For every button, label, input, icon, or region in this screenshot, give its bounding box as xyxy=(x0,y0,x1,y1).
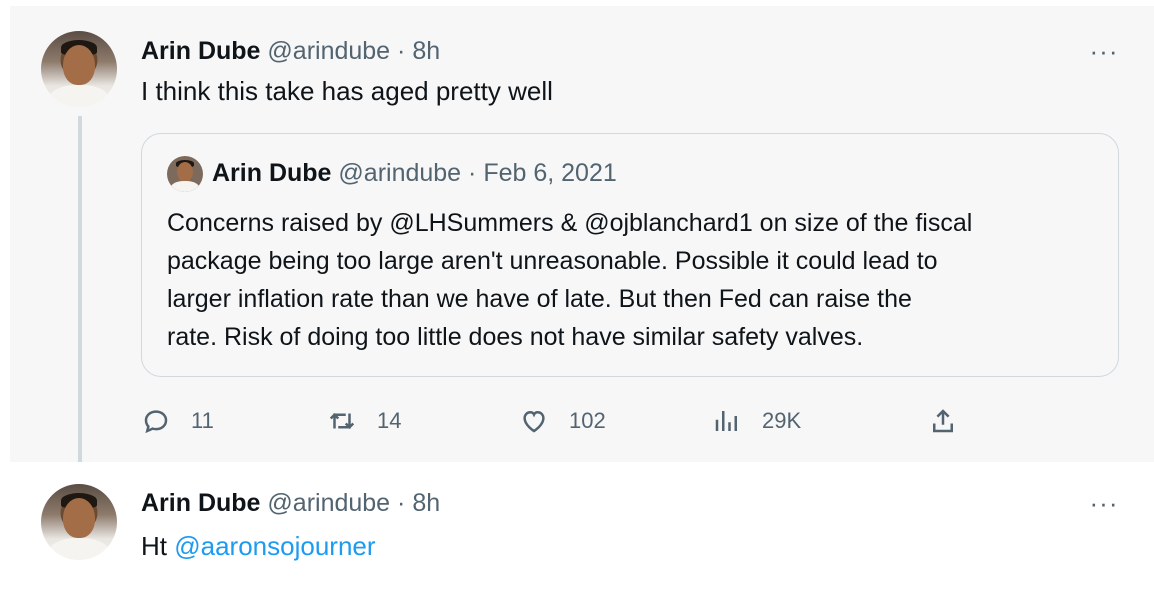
views-count: 29K xyxy=(762,408,802,433)
avatar[interactable] xyxy=(41,484,117,560)
like-count: 102 xyxy=(569,408,606,433)
more-icon[interactable]: ··· xyxy=(1084,38,1124,70)
quoted-text-line: larger inflation rate than we have of la… xyxy=(167,285,912,313)
reply-button[interactable]: 11 xyxy=(141,401,214,441)
quoted-author-name: Arin Dube xyxy=(212,159,332,187)
action-bar: 11 14 102 29K xyxy=(141,401,1121,441)
tweet-reply[interactable]: Arin Dube @arindube · 8h ··· Ht @aaronso… xyxy=(10,462,1154,592)
thread-connector-line xyxy=(78,116,82,481)
author-name[interactable]: Arin Dube xyxy=(141,489,260,517)
tweet-text-prefix: Ht xyxy=(141,531,167,561)
separator-dot: · xyxy=(397,37,406,65)
reply-icon xyxy=(144,410,168,434)
quoted-date: Feb 6, 2021 xyxy=(483,159,617,187)
retweet-count: 14 xyxy=(377,408,402,433)
quoted-text-line: package being too large aren't unreasona… xyxy=(167,247,938,275)
separator-dot: · xyxy=(397,489,406,517)
retweet-button[interactable]: 14 xyxy=(327,401,401,441)
author-handle[interactable]: @arindube xyxy=(267,37,390,65)
tweet-header: Arin Dube @arindube · 8h xyxy=(141,488,440,518)
quoted-author-handle: @arindube xyxy=(338,159,462,187)
tweet-text: Ht @aaronsojourner xyxy=(141,529,376,563)
like-icon xyxy=(523,410,545,433)
quoted-text-line: Concerns raised by @LHSummers & @ojblanc… xyxy=(167,209,973,237)
tweet-text: I think this take has aged pretty well xyxy=(141,76,553,106)
like-button[interactable]: 102 xyxy=(519,401,606,441)
avatar[interactable] xyxy=(41,31,117,107)
quoted-avatar xyxy=(167,156,203,192)
timeline: Arin Dube @arindube · 8h ··· I think thi… xyxy=(10,6,1154,592)
mention-link[interactable]: @aaronsojourner xyxy=(174,531,375,561)
share-button[interactable] xyxy=(928,401,958,441)
tweet-main[interactable]: Arin Dube @arindube · 8h ··· I think thi… xyxy=(10,6,1154,481)
reply-count: 11 xyxy=(191,408,214,433)
quoted-header: Arin Dube @arindube · Feb 6, 2021 xyxy=(212,158,617,188)
separator-dot: · xyxy=(468,159,477,187)
quoted-tweet[interactable]: Arin Dube @arindube · Feb 6, 2021 Concer… xyxy=(141,133,1119,377)
retweet-icon xyxy=(329,412,355,430)
quoted-text: Concerns raised by @LHSummers & @ojblanc… xyxy=(167,204,972,356)
quoted-text-line: rate. Risk of doing too little does not … xyxy=(167,323,864,351)
views-icon xyxy=(715,411,737,431)
tweet-time[interactable]: 8h xyxy=(412,37,440,65)
tweet-header: Arin Dube @arindube · 8h xyxy=(141,36,440,66)
author-name[interactable]: Arin Dube xyxy=(141,37,260,65)
author-handle[interactable]: @arindube xyxy=(267,489,390,517)
views-button[interactable]: 29K xyxy=(712,401,801,441)
more-icon[interactable]: ··· xyxy=(1084,490,1124,522)
tweet-time[interactable]: 8h xyxy=(412,489,440,517)
share-icon xyxy=(933,409,953,433)
